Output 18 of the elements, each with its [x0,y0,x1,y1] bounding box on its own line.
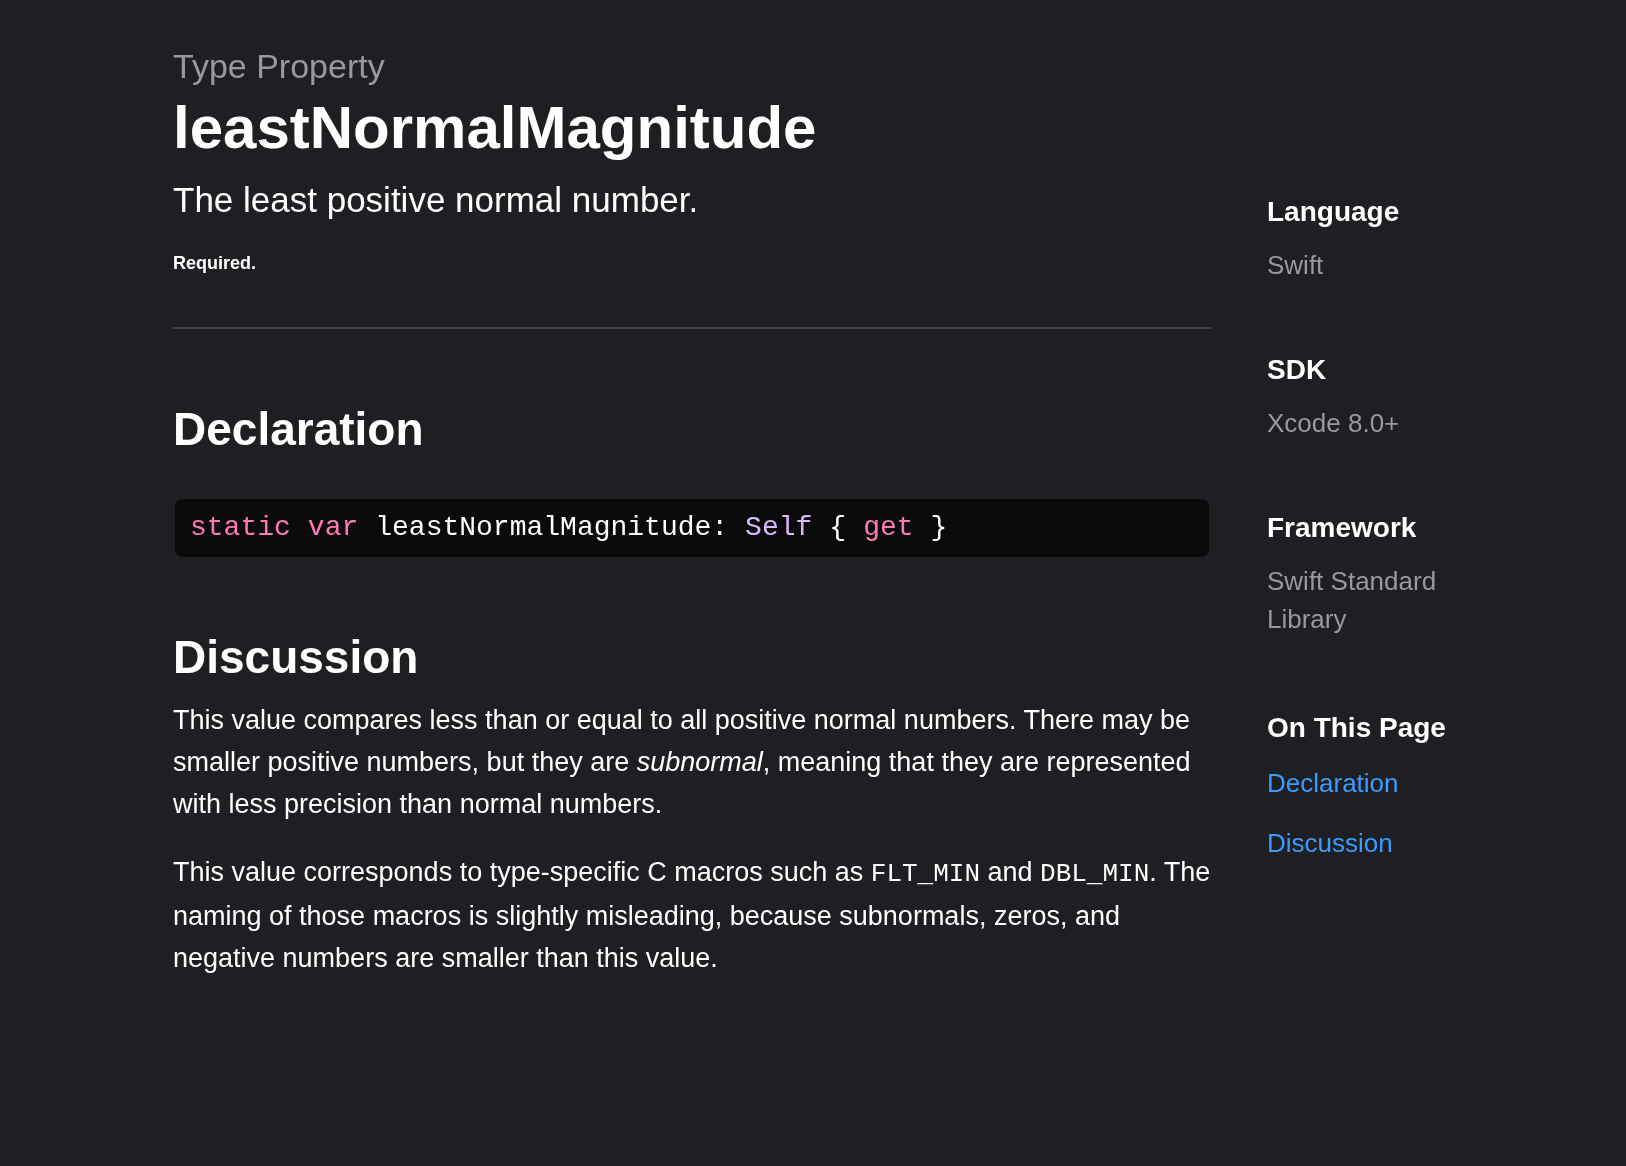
body-paragraph: This value compares less than or equal to all positive normal numbers. There may be smaller positive numbers, but they are subnormal, meaning that they are represented with less precision than normal numbers. [173,704,1192,821]
sidebar-heading: SDK [1267,353,1328,387]
section-link[interactable]: Discussion [1267,825,1393,861]
type-label: Type Property [173,46,386,87]
sidebar-value: Xcode 8.0+ [1267,407,1401,440]
section-link[interactable]: Declaration [1267,765,1399,801]
sidebar-heading: On This Page [1267,711,1447,745]
sidebar-heading: Language [1267,195,1401,229]
abstract-text: The least positive normal number. [173,179,700,221]
section-heading: Discussion [173,630,420,685]
sidebar-heading: Framework [1267,511,1418,545]
page-title: leastNormalMagnitude [173,93,818,163]
code-block: static var leastNormalMagnitude: Self { get } [175,499,1209,557]
section-heading: Declaration [173,402,425,457]
sidebar-value: Swift [1267,249,1325,282]
required-label: Required. [173,252,257,275]
body-paragraph: This value corresponds to type-specific C macros such as FLT_MIN and DBL_MIN. The naming of those macros is slightly misleading, because subnormals, zeros, and negative numbers are smaller than this value. [173,856,1211,975]
sidebar-value: Swift Standard Library [1267,565,1438,636]
